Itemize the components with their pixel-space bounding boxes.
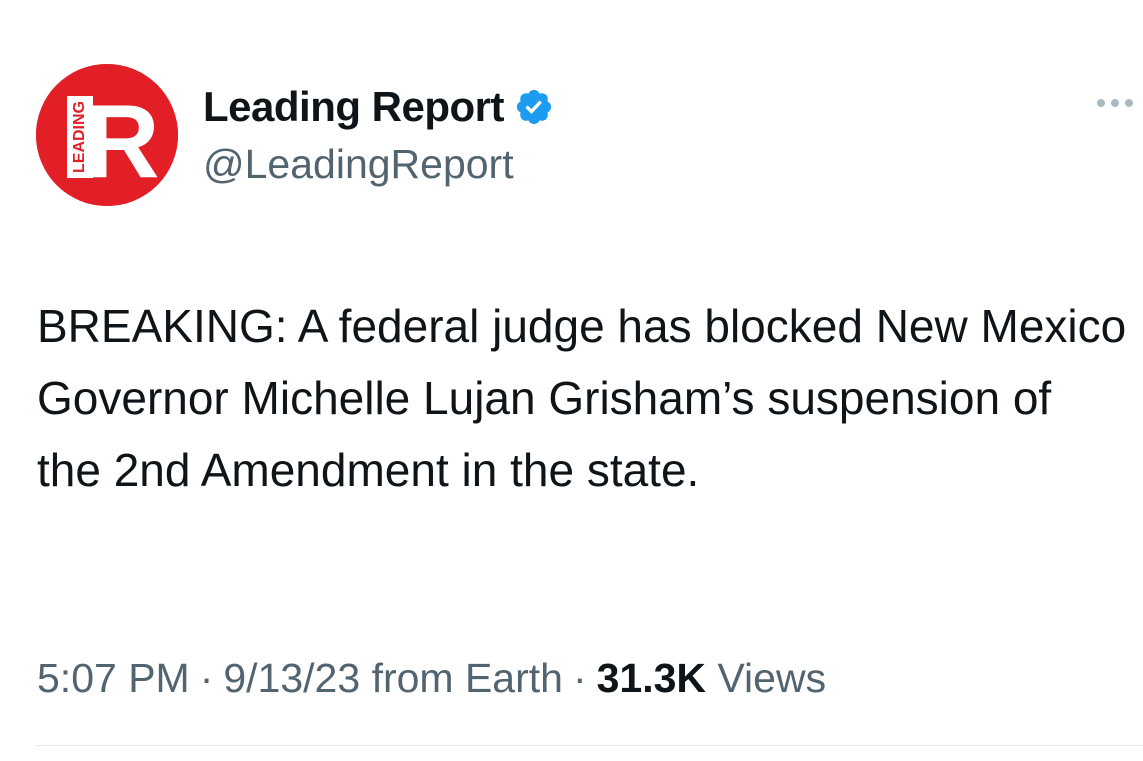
verified-badge-icon[interactable] xyxy=(514,87,554,127)
separator-dot: · xyxy=(199,655,214,701)
tweet-source: from Earth xyxy=(371,655,563,701)
views-label: Views xyxy=(717,655,827,701)
tweet-card: LEADING R Leading Report @LeadingReport … xyxy=(0,0,1143,761)
divider xyxy=(37,745,1143,746)
display-name[interactable]: Leading Report xyxy=(203,83,505,131)
tweet-time[interactable]: 5:07 PM xyxy=(37,655,190,702)
source-spacer xyxy=(360,655,371,702)
views-spacer xyxy=(706,655,717,702)
views-count[interactable]: 31.3K xyxy=(597,655,706,702)
tweet-text: BREAKING: A federal judge has blocked Ne… xyxy=(37,300,1140,496)
account-handle[interactable]: @LeadingReport xyxy=(203,141,514,188)
logo-letter: R xyxy=(84,84,159,200)
name-row: Leading Report xyxy=(203,82,554,132)
tweet-date[interactable]: 9/13/23 xyxy=(223,655,360,702)
separator-dot: · xyxy=(572,655,587,701)
avatar[interactable]: LEADING R xyxy=(36,64,178,206)
leading-report-logo-icon: LEADING R xyxy=(36,64,178,206)
tweet-metadata: 5:07 PM · 9/13/23 from Earth · 31.3K Vie… xyxy=(37,655,826,702)
more-options-icon[interactable] xyxy=(1090,90,1140,120)
